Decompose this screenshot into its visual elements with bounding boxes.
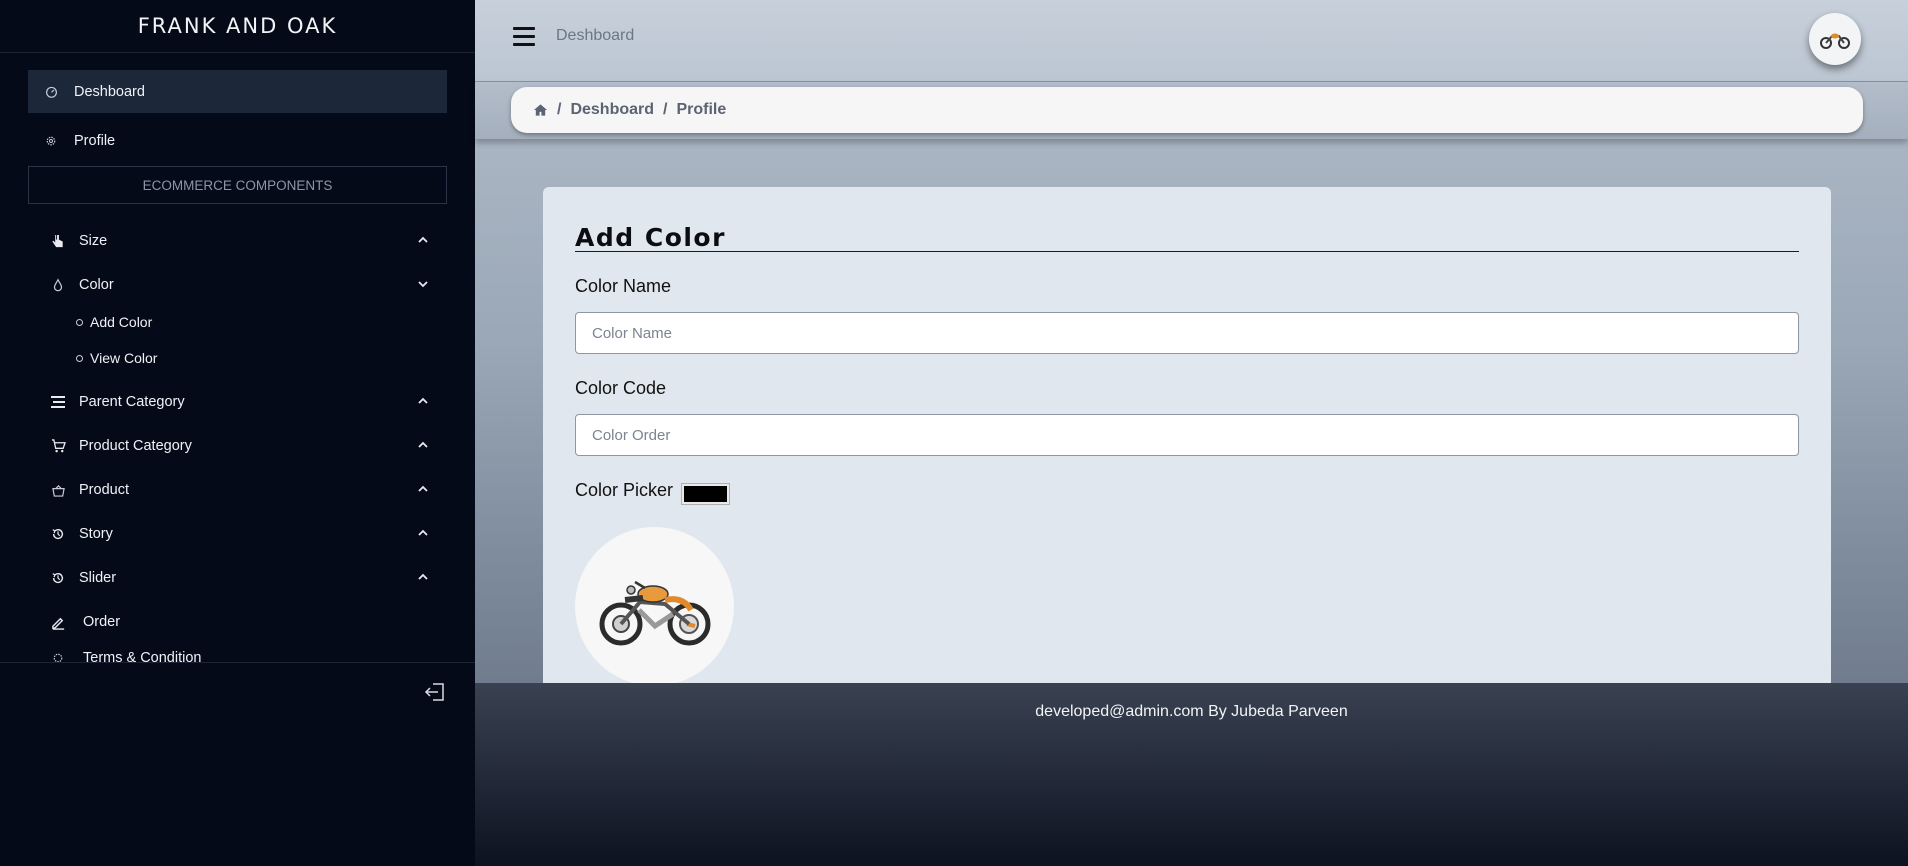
sidebar: FRANK AND OAK Deshboard Profile ECOMMERC… bbox=[0, 0, 475, 866]
circle-bullet-icon bbox=[76, 318, 83, 326]
sidebar-menu-slider[interactable]: Slider bbox=[50, 563, 430, 593]
main-content: Deshboard / Deshboard / Profile Add Colo… bbox=[475, 0, 1908, 866]
footer-credit: developed@admin.com By Jubeda Parveen bbox=[1035, 703, 1348, 720]
sidebar-menu-terms[interactable]: Terms & Condition bbox=[50, 643, 430, 663]
list-lines-icon bbox=[50, 394, 66, 410]
circle-bullet-icon bbox=[76, 354, 83, 362]
sidebar-menu-label: Story bbox=[79, 526, 113, 542]
sidebar-item-label: Profile bbox=[74, 132, 116, 149]
chevron-up-icon bbox=[418, 573, 428, 580]
sidebar-menu-label: Size bbox=[79, 233, 108, 249]
home-icon[interactable] bbox=[533, 103, 548, 117]
sidebar-menu-order[interactable]: Order bbox=[50, 607, 430, 637]
breadcrumb: / Deshboard / Profile bbox=[511, 87, 1863, 133]
submenu-label: Add Color bbox=[90, 314, 153, 330]
color-name-input[interactable] bbox=[575, 312, 1799, 354]
sidebar-menu-product-category[interactable]: Product Category bbox=[50, 431, 430, 461]
sidebar-nav: Deshboard Profile ECOMMERCE COMPONENTS S… bbox=[0, 53, 475, 663]
droplet-icon bbox=[50, 277, 66, 293]
title-divider bbox=[575, 251, 1799, 252]
sidebar-menu-label: Product Category bbox=[79, 438, 192, 454]
avatar[interactable] bbox=[1809, 13, 1861, 65]
submenu-view-color[interactable]: View Color bbox=[76, 345, 157, 371]
breadcrumb-separator: / bbox=[557, 101, 562, 118]
history-icon bbox=[50, 526, 66, 542]
color-code-input[interactable] bbox=[575, 414, 1799, 456]
form-title: Add Color bbox=[575, 223, 726, 252]
sidebar-menu-label: Product bbox=[79, 482, 129, 498]
sidebar-menu-label: Slider bbox=[79, 570, 117, 586]
sidebar-menu-product[interactable]: Product bbox=[50, 475, 430, 505]
breadcrumb-item-profile: Profile bbox=[676, 101, 727, 118]
chevron-up-icon bbox=[418, 236, 428, 243]
breadcrumb-separator: / bbox=[663, 101, 668, 118]
submenu-add-color[interactable]: Add Color bbox=[76, 309, 152, 335]
sidebar-divider bbox=[0, 662, 475, 663]
image-preview bbox=[575, 527, 734, 686]
sidebar-menu-color[interactable]: Color bbox=[50, 270, 430, 300]
chevron-up-icon bbox=[418, 485, 428, 492]
section-heading-ecommerce: ECOMMERCE COMPONENTS bbox=[28, 166, 447, 204]
gear-icon bbox=[44, 134, 58, 148]
sidebar-menu-parent-category[interactable]: Parent Category bbox=[50, 387, 430, 417]
sidebar-item-label: Deshboard bbox=[74, 83, 145, 100]
color-picker-label: Color Picker bbox=[575, 480, 674, 500]
color-picker-swatch[interactable] bbox=[681, 483, 730, 505]
color-code-label: Color Code bbox=[575, 378, 667, 398]
basket-icon bbox=[50, 482, 66, 498]
top-bar: Deshboard bbox=[475, 0, 1908, 82]
chevron-up-icon bbox=[418, 529, 428, 536]
logout-icon[interactable] bbox=[424, 682, 446, 702]
sidebar-item-profile[interactable]: Profile bbox=[28, 119, 447, 162]
history-icon bbox=[50, 570, 66, 586]
add-color-card: Add Color Color Name Color Code Color Pi… bbox=[543, 187, 1831, 686]
hamburger-menu-icon[interactable] bbox=[513, 27, 535, 47]
pen-icon bbox=[50, 614, 66, 630]
color-name-label: Color Name bbox=[575, 276, 672, 296]
hand-pointer-icon bbox=[50, 233, 66, 249]
sidebar-item-dashboard[interactable]: Deshboard bbox=[28, 70, 447, 113]
sidebar-menu-label: Color bbox=[79, 277, 114, 293]
brand-title: FRANK AND OAK bbox=[0, 0, 475, 53]
motorcycle-icon bbox=[1820, 33, 1850, 49]
sidebar-menu-story[interactable]: Story bbox=[50, 519, 430, 549]
submenu-label: View Color bbox=[90, 350, 158, 366]
sidebar-menu-label: Order bbox=[83, 614, 121, 630]
footer: developed@admin.com By Jubeda Parveen bbox=[475, 683, 1908, 866]
sidebar-menu-size[interactable]: Size bbox=[50, 226, 430, 256]
sidebar-menu-label: Parent Category bbox=[79, 394, 185, 410]
chevron-down-icon bbox=[418, 281, 428, 288]
motorcycle-image bbox=[599, 580, 710, 645]
cart-icon bbox=[50, 438, 66, 454]
chevron-up-icon bbox=[418, 441, 428, 448]
page-title: Deshboard bbox=[556, 27, 635, 44]
chevron-up-icon bbox=[418, 397, 428, 404]
breadcrumb-item-dashboard[interactable]: Deshboard bbox=[570, 101, 654, 119]
speedometer-icon bbox=[44, 85, 58, 99]
